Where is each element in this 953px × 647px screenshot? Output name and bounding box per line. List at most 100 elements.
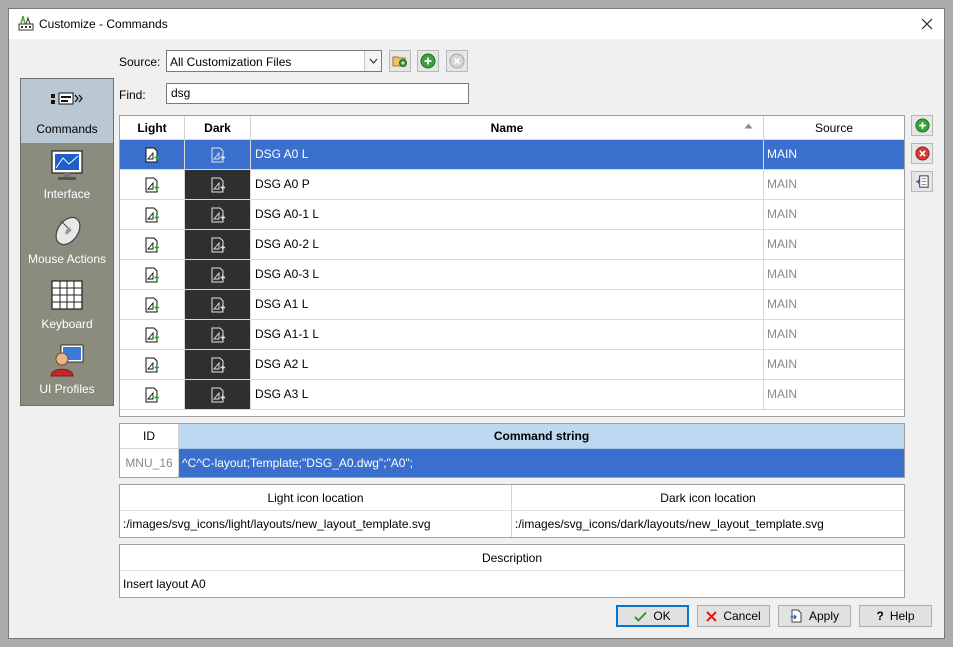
chevron-down-icon (369, 58, 377, 64)
table-row[interactable]: DSG A0-3 L MAIN (120, 260, 904, 290)
command-name-cell: DSG A1 L (251, 290, 764, 319)
nav-item-commands[interactable]: Commands (21, 79, 113, 143)
nav-item-keyboard[interactable]: Keyboard (21, 274, 113, 338)
column-header-dark[interactable]: Dark (185, 116, 251, 140)
nav-label-interface: Interface (43, 187, 91, 201)
command-name-cell: DSG A3 L (251, 380, 764, 409)
command-string-header: Command string (179, 424, 904, 449)
nav-label-commands: Commands (36, 122, 98, 136)
command-name-cell: DSG A0 P (251, 170, 764, 199)
light-icon-cell (120, 350, 185, 379)
description-panel: Description Insert layout A0 (119, 544, 905, 598)
dark-icon-cell (185, 290, 251, 319)
command-string-field[interactable]: ^C^C-layout;Template;"DSG_A0.dwg";"A0"; (179, 449, 904, 477)
cancel-button-label: Cancel (723, 609, 761, 623)
copy-command-button[interactable] (911, 171, 933, 192)
light-icon-location-column: Light icon location :/images/svg_icons/l… (120, 485, 512, 537)
layout-template-dark-icon (211, 267, 225, 282)
table-row[interactable]: DSG A0 L MAIN (120, 140, 904, 170)
table-row[interactable]: DSG A0-2 L MAIN (120, 230, 904, 260)
command-name-cell: DSG A1-1 L (251, 320, 764, 349)
ok-button[interactable]: OK (616, 605, 689, 627)
dark-icon-cell (185, 320, 251, 349)
ok-button-label: OK (653, 609, 671, 623)
layout-template-dark-icon (211, 327, 225, 342)
source-select[interactable]: All Customization Files (166, 50, 382, 72)
table-row[interactable]: DSG A2 L MAIN (120, 350, 904, 380)
mouse-icon (55, 216, 81, 246)
add-source-button[interactable] (417, 50, 439, 72)
dark-icon-cell (185, 350, 251, 379)
customize-dialog: Customize - Commands Commands Interface … (8, 8, 945, 639)
help-button[interactable]: ? Help (859, 605, 932, 627)
apply-button-label: Apply (808, 609, 840, 623)
light-icon-cell (120, 200, 185, 229)
sort-ascending-icon (744, 123, 753, 129)
table-row[interactable]: DSG A3 L MAIN (120, 380, 904, 410)
layout-template-icon (145, 297, 159, 312)
close-button[interactable] (910, 9, 944, 39)
command-source-cell: MAIN (767, 297, 797, 311)
nav-label-keyboard: Keyboard (41, 317, 93, 331)
command-name-cell: DSG A0 L (251, 140, 764, 169)
column-header-name[interactable]: Name (251, 116, 764, 140)
layout-template-icon (145, 267, 159, 282)
dark-icon-cell (185, 230, 251, 259)
source-select-value: All Customization Files (170, 55, 292, 69)
dark-icon-cell (185, 170, 251, 199)
light-icon-cell (120, 170, 185, 199)
column-header-source[interactable]: Source (764, 116, 904, 140)
layout-template-dark-icon (211, 297, 225, 312)
cancel-x-icon (706, 610, 718, 622)
description-field[interactable]: Insert layout A0 (123, 571, 206, 597)
table-row[interactable]: DSG A0 P MAIN (120, 170, 904, 200)
light-icon-location-header: Light icon location (120, 485, 511, 511)
nav-label-mouse-actions: Mouse Actions (27, 252, 107, 266)
description-header: Description (120, 545, 904, 571)
source-label: Source: (119, 55, 161, 69)
layout-template-icon (145, 207, 159, 222)
command-source-cell: MAIN (767, 387, 797, 401)
table-row[interactable]: DSG A1 L MAIN (120, 290, 904, 320)
category-nav: Commands Interface Mouse Actions Keyboar… (20, 78, 114, 406)
command-name-cell: DSG A0-1 L (251, 200, 764, 229)
command-name-cell: DSG A2 L (251, 350, 764, 379)
command-source-cell: MAIN (767, 357, 797, 371)
keyboard-icon (51, 280, 83, 310)
remove-source-button[interactable] (446, 50, 468, 72)
nav-item-mouse-actions[interactable]: Mouse Actions (21, 209, 113, 273)
command-id-value: MNU_16 (120, 449, 179, 477)
checkmark-icon (634, 611, 648, 622)
layout-template-dark-icon (211, 387, 225, 402)
apply-document-icon (790, 609, 802, 623)
apply-button[interactable]: Apply (778, 605, 851, 627)
source-dropdown-arrow[interactable] (364, 51, 381, 71)
column-header-name-text: Name (490, 121, 524, 135)
delete-icon (914, 146, 930, 161)
dark-icon-location-header: Dark icon location (512, 485, 904, 511)
commands-icon (51, 92, 83, 105)
table-row[interactable]: DSG A0-1 L MAIN (120, 200, 904, 230)
column-header-light[interactable]: Light (120, 116, 185, 140)
light-icon-path-field[interactable]: :/images/svg_icons/light/layouts/new_lay… (123, 511, 431, 537)
layout-template-icon (145, 177, 159, 192)
table-row[interactable]: DSG A1-1 L MAIN (120, 320, 904, 350)
add-command-button[interactable] (911, 115, 933, 136)
command-string-table: ID Command string MNU_16 ^C^C-layout;Tem… (119, 423, 905, 478)
cancel-button[interactable]: Cancel (697, 605, 770, 627)
light-icon-cell (120, 260, 185, 289)
find-input[interactable]: dsg (166, 83, 469, 104)
dark-icon-path-field[interactable]: :/images/svg_icons/dark/layouts/new_layo… (515, 511, 824, 537)
folder-open-icon (392, 56, 407, 67)
duplicate-icon (915, 175, 929, 188)
nav-item-ui-profiles[interactable]: UI Profiles (21, 339, 113, 403)
command-name-cell: DSG A0-3 L (251, 260, 764, 289)
monitor-icon (51, 150, 83, 180)
user-profile-icon (50, 344, 84, 377)
find-label: Find: (119, 88, 146, 102)
remove-disabled-icon (449, 53, 465, 69)
nav-item-interface[interactable]: Interface (21, 144, 113, 208)
close-icon (921, 18, 933, 30)
delete-command-button[interactable] (911, 143, 933, 164)
open-file-button[interactable] (389, 50, 411, 72)
